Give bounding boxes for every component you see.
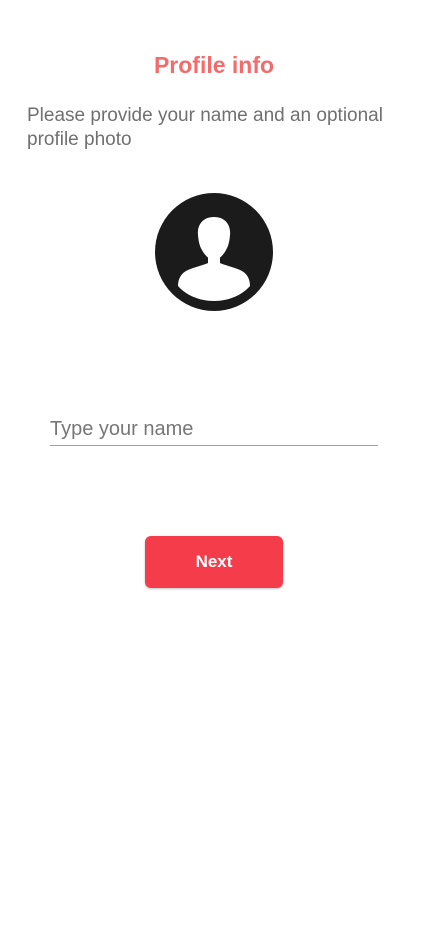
- next-button[interactable]: Next: [145, 536, 283, 588]
- profile-info-screen: Profile info Please provide your name an…: [0, 0, 428, 926]
- default-profile-icon: [155, 193, 273, 311]
- name-input[interactable]: [50, 413, 378, 446]
- page-subtitle: Please provide your name and an optional…: [27, 105, 383, 150]
- profile-photo-button[interactable]: [155, 193, 273, 311]
- page-title: Profile info: [153, 52, 275, 78]
